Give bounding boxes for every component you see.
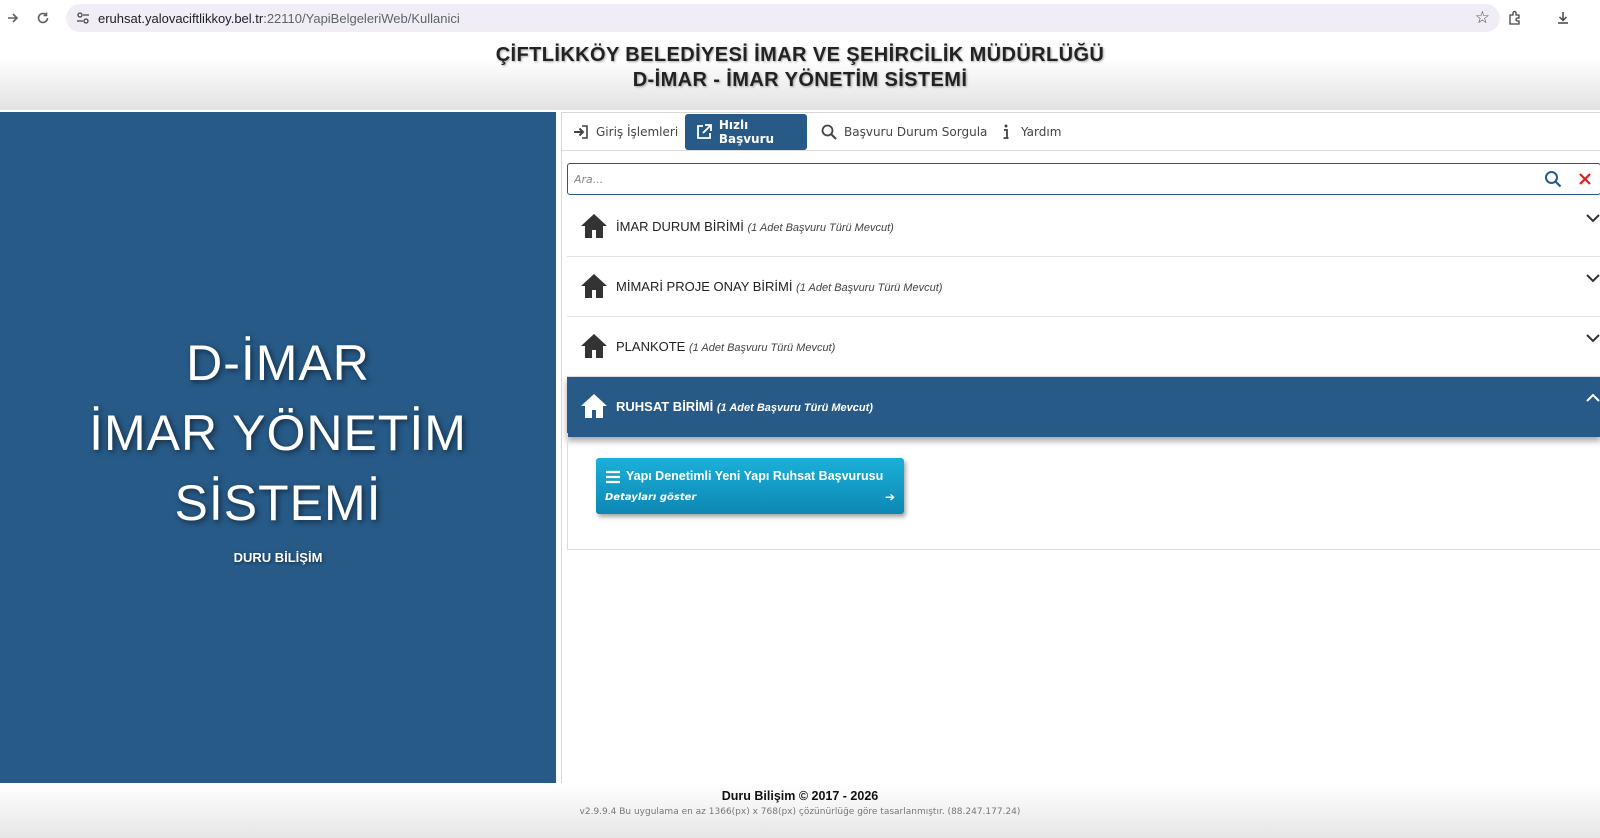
address-bar[interactable]: eruhsat.yalovaciftlikkoy.bel.tr:22110/Ya… — [66, 4, 1500, 32]
hero-line2: İMAR YÖNETİM — [89, 405, 467, 461]
search-icon — [818, 121, 840, 143]
tab-bar: Giriş İşlemleri Hızlı Başvuru Başvuru Du… — [562, 113, 1600, 151]
home-icon — [580, 213, 608, 243]
tab-help[interactable]: Yardım — [987, 114, 1077, 150]
hero-line1: D-İMAR — [186, 335, 370, 391]
search-icon[interactable] — [1544, 170, 1562, 192]
application-title: Yapı Denetimli Yeni Yapı Ruhsat Başvurus… — [626, 469, 884, 483]
clear-search-icon[interactable] — [1578, 171, 1592, 190]
tab-help-label: Yardım — [1021, 125, 1062, 139]
chevron-down-icon[interactable] — [1585, 209, 1600, 228]
unit-label: RUHSAT BİRİMİ (1 Adet Başvuru Türü Mevcu… — [616, 399, 873, 414]
chevron-down-icon[interactable] — [1585, 329, 1600, 348]
reload-icon[interactable] — [32, 7, 54, 29]
unit-accordion-plankote[interactable]: PLANKOTE (1 Adet Başvuru Türü Mevcut) — [567, 317, 1600, 377]
download-icon[interactable] — [1552, 7, 1574, 29]
menu-icon — [605, 469, 621, 488]
header-title-line1: ÇİFTLİKKÖY BELEDİYESİ İMAR VE ŞEHİRCİLİK… — [495, 44, 1105, 66]
unit-label: PLANKOTE (1 Adet Başvuru Türü Mevcut) — [616, 339, 836, 354]
header-title-line2: D-İMAR - İMAR YÖNETİM SİSTEMİ — [632, 69, 968, 91]
footer-info: v2.9.9.4 Bu uygulama en az 1366(px) x 76… — [579, 807, 1021, 817]
unit-accordion-imar-durum[interactable]: İMAR DURUM BİRİMİ (1 Adet Başvuru Türü M… — [567, 197, 1600, 257]
unit-label: İMAR DURUM BİRİMİ (1 Adet Başvuru Türü M… — [616, 219, 894, 234]
info-icon — [995, 121, 1017, 143]
external-link-icon — [693, 121, 715, 143]
hero-line3: SİSTEMİ — [174, 475, 382, 531]
extensions-icon[interactable] — [1504, 7, 1526, 29]
company-name: DURU BİLİŞİM — [233, 550, 323, 565]
site-settings-icon[interactable] — [74, 9, 92, 27]
login-icon — [570, 121, 592, 143]
show-details-link[interactable]: Detayları göster — [605, 492, 696, 503]
search-input[interactable] — [574, 168, 1474, 190]
home-icon — [580, 333, 608, 363]
arrow-right-icon: ➔ — [884, 490, 895, 504]
bookmark-star-icon[interactable]: ☆ — [1475, 8, 1490, 28]
chevron-down-icon[interactable] — [1585, 269, 1600, 288]
unit-accordion-ruhsat[interactable]: RUHSAT BİRİMİ (1 Adet Başvuru Türü Mevcu… — [567, 377, 1600, 437]
main-panel: Giriş İşlemleri Hızlı Başvuru Başvuru Du… — [561, 112, 1600, 783]
chevron-up-icon[interactable] — [1585, 389, 1600, 408]
tab-status-query[interactable]: Başvuru Durum Sorgula — [810, 114, 990, 150]
browser-toolbar: eruhsat.yalovaciftlikkoy.bel.tr:22110/Ya… — [0, 0, 1600, 36]
tab-status-query-label: Başvuru Durum Sorgula — [844, 125, 988, 139]
footer-copyright: Duru Bilişim © 2017 - 2026 — [721, 789, 879, 803]
unit-accordion-ruhsat-body: Yapı Denetimli Yeni Yapı Ruhsat Başvurus… — [567, 433, 1600, 550]
page-footer: Duru Bilişim © 2017 - 2026 v2.9.9.4 Bu u… — [0, 783, 1600, 838]
tab-login[interactable]: Giriş İşlemleri — [562, 114, 684, 150]
url-text: eruhsat.yalovaciftlikkoy.bel.tr:22110/Ya… — [98, 10, 460, 26]
application-card[interactable]: Yapı Denetimli Yeni Yapı Ruhsat Başvurus… — [596, 458, 904, 514]
hero-title: D-İMAR İMAR YÖNETİM SİSTEMİ — [0, 328, 556, 538]
forward-icon[interactable] — [2, 7, 24, 29]
unit-label: MİMARİ PROJE ONAY BİRİMİ (1 Adet Başvuru… — [616, 279, 943, 294]
page-header: ÇİFTLİKKÖY BELEDİYESİ İMAR VE ŞEHİRCİLİK… — [0, 36, 1600, 110]
search-box — [567, 163, 1600, 195]
tab-quick-application[interactable]: Hızlı Başvuru — [685, 114, 807, 150]
tab-login-label: Giriş İşlemleri — [596, 125, 679, 139]
home-icon — [580, 393, 608, 423]
home-icon — [580, 273, 608, 303]
hero-panel: D-İMAR İMAR YÖNETİM SİSTEMİ DURU BİLİŞİM — [0, 112, 556, 783]
unit-accordion-mimari-proje[interactable]: MİMARİ PROJE ONAY BİRİMİ (1 Adet Başvuru… — [567, 257, 1600, 317]
tab-quick-application-label: Hızlı Başvuru — [718, 118, 775, 146]
